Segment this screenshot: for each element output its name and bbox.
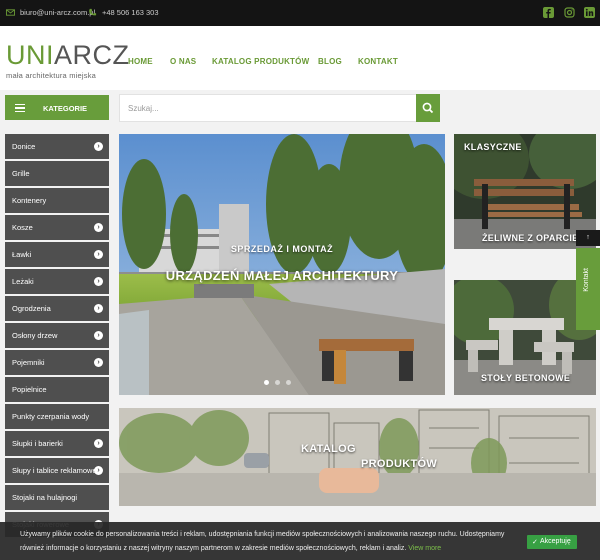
category-sidebar: Donice › Grille Kontenery Kosze › Ławki › Leżaki… bbox=[5, 134, 109, 539]
sidebar-item-label: Słupy i tablice reklamowe bbox=[12, 466, 97, 475]
phone-text[interactable]: +48 506 163 303 bbox=[102, 8, 159, 17]
categories-label: KATEGORIE bbox=[43, 104, 88, 113]
chevron-right-icon[interactable]: › bbox=[94, 358, 103, 367]
sidebar-item[interactable]: Donice › bbox=[5, 134, 109, 159]
slider-dots bbox=[264, 380, 291, 385]
nav-home[interactable]: HOME bbox=[128, 57, 153, 66]
email-text[interactable]: biuro@uni-arcz.com.pl bbox=[20, 8, 95, 17]
card-klasyczne-subtitle: ŻELIWNE Z OPARCIEM bbox=[482, 233, 587, 243]
hero-line2: URZĄDZEŃ MAŁEJ ARCHITEKTURY bbox=[165, 268, 399, 283]
sidebar-item-label: Donice bbox=[12, 142, 36, 151]
chevron-right-icon[interactable]: › bbox=[94, 304, 103, 313]
sidebar-item-label: Popielnice bbox=[12, 385, 47, 394]
linkedin-icon[interactable] bbox=[584, 7, 595, 18]
cookie-accept-label: Akceptuję bbox=[540, 538, 571, 545]
sidebar-item[interactable]: Popielnice bbox=[5, 377, 109, 402]
card-stoly[interactable]: STOŁY BETONOWE bbox=[454, 280, 596, 395]
site-header: UNIARCZ mała architektura miejska HOME O… bbox=[0, 26, 600, 90]
cookie-banner: Używamy plików cookie do personalizowani… bbox=[0, 522, 600, 560]
chevron-right-icon[interactable]: › bbox=[94, 250, 103, 259]
hero-slider[interactable]: SPRZEDAŻ I MONTAŻ URZĄDZEŃ MAŁEJ ARCHITE… bbox=[119, 134, 445, 395]
sidebar-item[interactable]: Ławki › bbox=[5, 242, 109, 267]
sidebar-item-label: Kosze bbox=[12, 223, 33, 232]
hero-image bbox=[119, 134, 445, 395]
sidebar-item-label: Stojaki na hulajnogi bbox=[12, 493, 78, 502]
slider-dot[interactable] bbox=[286, 380, 291, 385]
search-button[interactable] bbox=[416, 94, 440, 122]
email-contact[interactable]: biuro@uni-arcz.com.pl bbox=[6, 8, 95, 17]
logo-tagline: mała architektura miejska bbox=[6, 71, 97, 80]
sidebar-item[interactable]: Osłony drzew › bbox=[5, 323, 109, 348]
sidebar-item[interactable]: Kosze › bbox=[5, 215, 109, 240]
card-katalog-image bbox=[119, 408, 596, 506]
sidebar-item[interactable]: Ogrodzenia › bbox=[5, 296, 109, 321]
sidebar-item-label: Grille bbox=[12, 169, 30, 178]
card-katalog[interactable]: KATALOG PRODUKTÓW bbox=[119, 408, 596, 506]
search-icon bbox=[422, 102, 434, 114]
chevron-right-icon[interactable]: › bbox=[94, 439, 103, 448]
facebook-icon[interactable] bbox=[543, 7, 554, 18]
sidebar-item-label: Leżaki bbox=[12, 277, 34, 286]
card-katalog-line2: PRODUKTÓW bbox=[361, 458, 438, 470]
nav-o-nas[interactable]: O NAS bbox=[170, 57, 196, 66]
logo-wordmark: UNIARCZ bbox=[6, 42, 130, 69]
sidebar-item-label: Pojemniki bbox=[12, 358, 45, 367]
chevron-right-icon[interactable]: › bbox=[94, 223, 103, 232]
sidebar-item[interactable]: Kontenery bbox=[5, 188, 109, 213]
envelope-icon bbox=[6, 9, 15, 16]
card-katalog-line1: KATALOG bbox=[301, 443, 356, 455]
search-placeholder: Szukaj... bbox=[128, 104, 159, 113]
categories-button[interactable]: KATEGORIE bbox=[5, 95, 109, 120]
sidebar-item-label: Słupki i barierki bbox=[12, 439, 63, 448]
card-stoly-title: STOŁY BETONOWE bbox=[481, 373, 571, 383]
sidebar-item[interactable]: Pojemniki › bbox=[5, 350, 109, 375]
sidebar-item[interactable]: Grille bbox=[5, 161, 109, 186]
instagram-icon[interactable] bbox=[564, 7, 575, 18]
chevron-right-icon[interactable]: › bbox=[94, 142, 103, 151]
slider-dot[interactable] bbox=[275, 380, 280, 385]
hamburger-icon bbox=[15, 104, 25, 112]
logo-arcz: ARCZ bbox=[54, 40, 130, 70]
hero-line1: SPRZEDAŻ I MONTAŻ bbox=[230, 244, 334, 254]
sidebar-item[interactable]: Leżaki › bbox=[5, 269, 109, 294]
sidebar-item[interactable]: Stojaki na hulajnogi bbox=[5, 485, 109, 510]
phone-icon bbox=[89, 8, 97, 16]
cookie-text-line2: również informacje o korzystaniu z nasze… bbox=[20, 545, 441, 552]
card-klasyczne-title: KLASYCZNE bbox=[464, 142, 522, 152]
chevron-right-icon[interactable]: › bbox=[94, 277, 103, 286]
logo[interactable]: UNIARCZ mała architektura miejska bbox=[6, 42, 130, 81]
cookie-text-line1: Używamy plików cookie do personalizowani… bbox=[20, 531, 505, 538]
sidebar-item[interactable]: Słupki i barierki › bbox=[5, 431, 109, 456]
check-icon: ✓ bbox=[532, 539, 538, 546]
search-input[interactable]: Szukaj... bbox=[119, 94, 440, 122]
cookie-text-line2-body: również informacje o korzystaniu z nasze… bbox=[20, 545, 407, 552]
cookie-accept-button[interactable]: ✓ Akceptuję bbox=[527, 535, 577, 549]
sidebar-item-label: Kontenery bbox=[12, 196, 47, 205]
nav-katalog[interactable]: KATALOG PRODUKTÓW bbox=[212, 57, 309, 66]
sidebar-item-label: Osłony drzew bbox=[12, 331, 58, 340]
card-klasyczne[interactable]: KLASYCZNE ŻELIWNE Z OPARCIEM bbox=[454, 134, 596, 249]
chevron-right-icon[interactable]: › bbox=[94, 331, 103, 340]
top-bar: biuro@uni-arcz.com.pl +48 506 163 303 bbox=[0, 0, 600, 26]
nav-kontakt[interactable]: KONTAKT bbox=[358, 57, 398, 66]
sidebar-item-label: Punkty czerpania wody bbox=[12, 412, 90, 421]
sidebar-item[interactable]: Punkty czerpania wody bbox=[5, 404, 109, 429]
arrow-icon: ↑ bbox=[586, 234, 590, 241]
sidebar-item-label: Ławki bbox=[12, 250, 32, 259]
nav-blog[interactable]: BLOG bbox=[318, 57, 342, 66]
logo-uni: UNI bbox=[6, 40, 54, 70]
slider-dot[interactable] bbox=[264, 380, 269, 385]
cookie-view-more-link[interactable]: View more bbox=[408, 545, 441, 552]
side-contact-label: Kontakt bbox=[583, 268, 590, 292]
scroll-top-button[interactable]: ↑ bbox=[576, 230, 600, 246]
chevron-right-icon[interactable]: › bbox=[94, 466, 103, 475]
phone-contact[interactable]: +48 506 163 303 bbox=[88, 8, 159, 17]
side-contact-tab[interactable]: Kontakt bbox=[576, 248, 600, 330]
sidebar-item-label: Ogrodzenia bbox=[12, 304, 51, 313]
sidebar-item[interactable]: Słupy i tablice reklamowe › bbox=[5, 458, 109, 483]
